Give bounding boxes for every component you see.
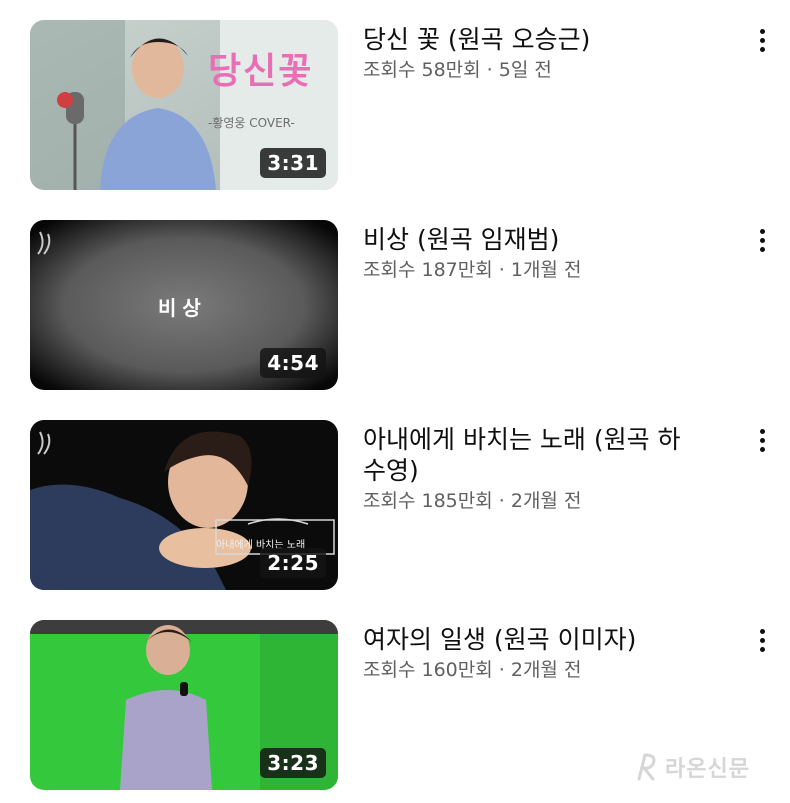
video-item[interactable]: 비상 4:54 비상 (원곡 임재범) 조회수 187만회 · 1개월 전 xyxy=(30,220,790,390)
logo-icon xyxy=(637,753,656,781)
video-title[interactable]: 아내에게 바치는 노래 (원곡 하수영) xyxy=(363,424,693,486)
video-item[interactable]: 당신꽃 -황영웅 COVER- 3:31 당신 꽃 (원곡 오승근) 조회수 5… xyxy=(30,20,790,190)
video-stats: 조회수 160만회 · 2개월 전 xyxy=(363,657,693,683)
more-options-icon[interactable] xyxy=(748,422,776,458)
separator: · xyxy=(498,259,505,281)
duration-badge: 3:23 xyxy=(260,748,326,778)
more-options-icon[interactable] xyxy=(748,222,776,258)
watermark-text: 라온신문 xyxy=(665,757,750,782)
separator: · xyxy=(486,59,493,81)
thumbnail-title: 비상 xyxy=(158,296,207,320)
duration-badge: 4:54 xyxy=(260,348,326,378)
upload-age: 2개월 전 xyxy=(510,490,582,512)
video-stats: 조회수 185만회 · 2개월 전 xyxy=(363,488,693,514)
view-count: 조회수 58만회 xyxy=(363,59,481,81)
duration-badge: 3:31 xyxy=(260,148,326,178)
video-thumbnail[interactable]: 당신꽃 -황영웅 COVER- 3:31 xyxy=(30,20,338,190)
video-title[interactable]: 여자의 일생 (원곡 이미자) xyxy=(363,624,693,655)
video-list: 당신꽃 -황영웅 COVER- 3:31 당신 꽃 (원곡 오승근) 조회수 5… xyxy=(0,0,790,803)
separator: · xyxy=(498,490,505,512)
more-options-icon[interactable] xyxy=(748,622,776,658)
video-thumbnail[interactable]: 비상 4:54 xyxy=(30,220,338,390)
video-thumbnail[interactable]: 3:23 xyxy=(30,620,338,790)
view-count: 조회수 185만회 xyxy=(363,490,493,512)
video-title[interactable]: 당신 꽃 (원곡 오승근) xyxy=(363,24,693,55)
video-meta: 당신 꽃 (원곡 오승근) 조회수 58만회 · 5일 전 xyxy=(363,24,693,83)
duration-badge: 2:25 xyxy=(260,548,326,578)
upload-age: 5일 전 xyxy=(498,59,552,81)
upload-age: 2개월 전 xyxy=(510,659,582,681)
upload-age: 1개월 전 xyxy=(510,259,582,281)
video-title[interactable]: 비상 (원곡 임재범) xyxy=(363,224,693,255)
separator: · xyxy=(498,659,505,681)
video-item[interactable]: 아내에게 바치는 노래 2:25 아내에게 바치는 노래 (원곡 하수영) 조회… xyxy=(30,420,790,590)
video-stats: 조회수 187만회 · 1개월 전 xyxy=(363,257,693,283)
video-meta: 여자의 일생 (원곡 이미자) 조회수 160만회 · 2개월 전 xyxy=(363,624,693,683)
view-count: 조회수 187만회 xyxy=(363,259,493,281)
video-stats: 조회수 58만회 · 5일 전 xyxy=(363,57,693,83)
video-thumbnail[interactable]: 아내에게 바치는 노래 2:25 xyxy=(30,420,338,590)
video-meta: 비상 (원곡 임재범) 조회수 187만회 · 1개월 전 xyxy=(363,224,693,283)
thumbnail-title: 당신꽃 xyxy=(208,51,314,92)
thumbnail-subtitle: -황영웅 COVER- xyxy=(208,116,295,130)
video-meta: 아내에게 바치는 노래 (원곡 하수영) 조회수 185만회 · 2개월 전 xyxy=(363,424,693,514)
view-count: 조회수 160만회 xyxy=(363,659,493,681)
more-options-icon[interactable] xyxy=(748,22,776,58)
watermark: 라온신문 xyxy=(633,750,750,784)
